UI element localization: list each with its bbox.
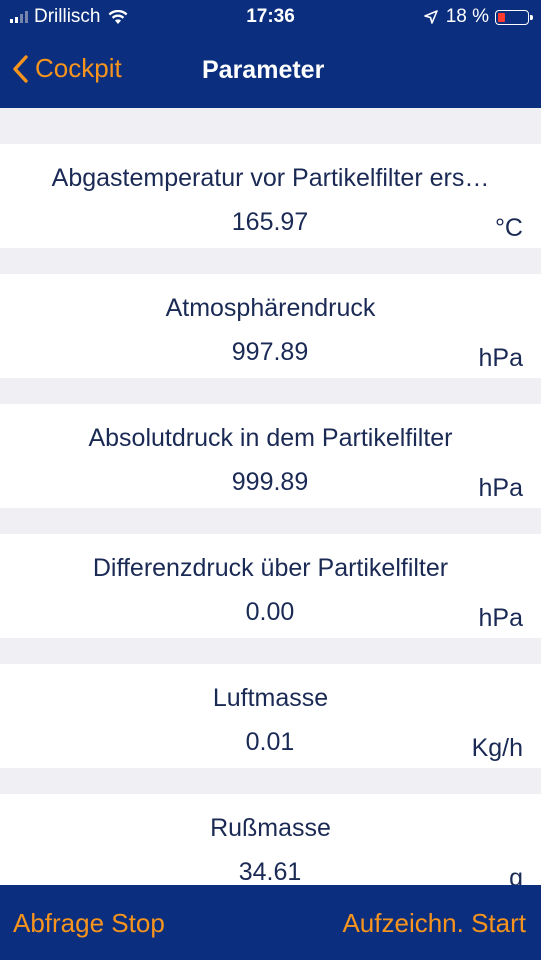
back-button[interactable]: Cockpit [12, 53, 122, 84]
location-arrow-icon [423, 10, 438, 24]
parameter-label: Atmosphärendruck [165, 294, 376, 322]
parameter-label: Rußmasse [210, 814, 331, 842]
parameter-value: 999.89 [231, 468, 309, 496]
navigation-bar: Cockpit Parameter [0, 36, 541, 108]
page-title: Parameter [202, 56, 325, 84]
back-button-label: Cockpit [35, 53, 122, 83]
parameter-row: Luftmasse 0.01 Kg/h [0, 664, 541, 768]
parameter-value: 165.97 [231, 208, 309, 236]
parameter-list[interactable]: Abgastemperatur vor Partikelfilter ers… … [0, 108, 541, 885]
stop-query-button[interactable]: Abfrage Stop [13, 908, 165, 939]
parameter-unit: hPa [478, 474, 523, 502]
parameter-unit: Kg/h [471, 734, 523, 762]
parameter-label: Abgastemperatur vor Partikelfilter ers… [51, 164, 490, 192]
parameter-unit: hPa [478, 344, 523, 372]
parameter-label: Luftmasse [212, 684, 329, 712]
parameter-row: Rußmasse 34.61 g [0, 794, 541, 885]
parameter-row: Differenzdruck über Partikelfilter 0.00 … [0, 534, 541, 638]
top-bar: Drillisch 17:36 18 % Cockpit Parameter [0, 0, 541, 108]
parameter-value: 34.61 [238, 858, 302, 885]
parameter-label: Differenzdruck über Partikelfilter [92, 554, 449, 582]
start-recording-button[interactable]: Aufzeichn. Start [342, 908, 526, 939]
parameter-row: Absolutdruck in dem Partikelfilter 999.8… [0, 404, 541, 508]
parameter-unit: hPa [478, 604, 523, 632]
battery-level-fill [498, 12, 505, 22]
parameter-value: 997.89 [231, 338, 309, 366]
status-right: 18 % [423, 6, 533, 28]
battery-icon [495, 9, 533, 25]
bottom-toolbar: Abfrage Stop Aufzeichn. Start [0, 885, 541, 960]
parameter-unit: g [509, 864, 523, 885]
parameter-value: 0.01 [245, 728, 295, 756]
parameter-label: Absolutdruck in dem Partikelfilter [88, 424, 453, 452]
battery-percent: 18 % [445, 6, 489, 27]
parameter-row: Atmosphärendruck 997.89 hPa [0, 274, 541, 378]
chevron-left-icon [13, 54, 28, 83]
parameter-row: Abgastemperatur vor Partikelfilter ers… … [0, 144, 541, 248]
parameter-unit: °C [494, 214, 523, 242]
parameter-value: 0.00 [245, 598, 295, 626]
status-bar: Drillisch 17:36 18 % [0, 0, 541, 36]
